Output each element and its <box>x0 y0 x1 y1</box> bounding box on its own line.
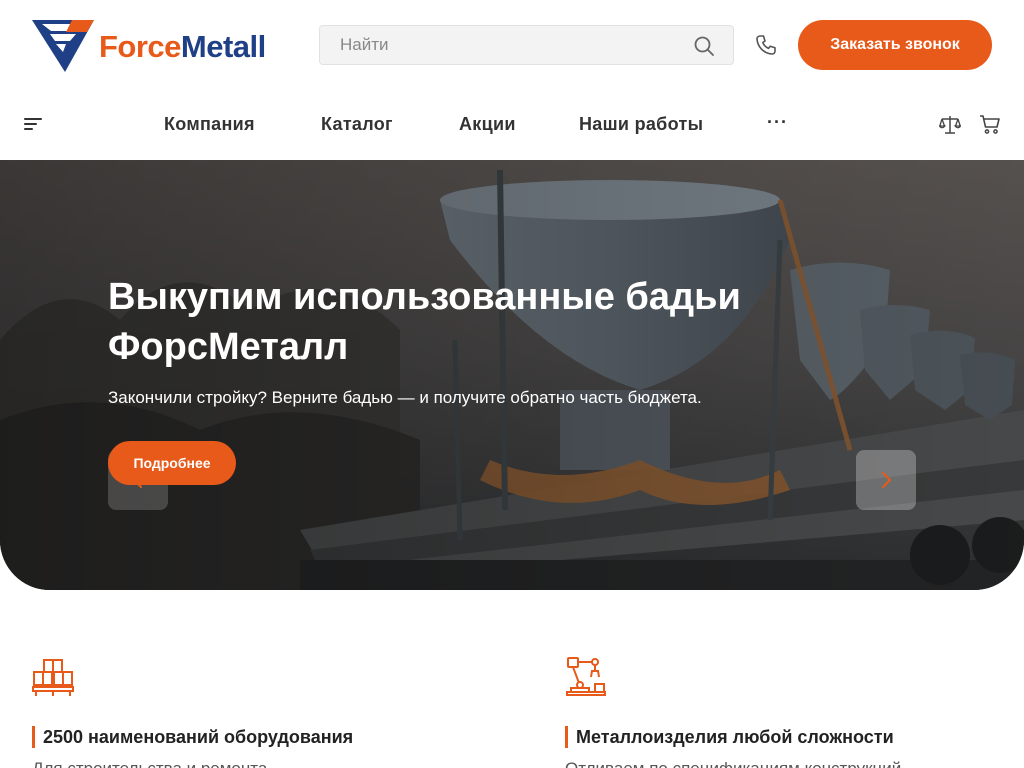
cart-icon[interactable] <box>979 113 1001 135</box>
search-input[interactable] <box>320 26 680 64</box>
main-nav: Компания Каталог Акции Наши работы ··· <box>0 90 1024 160</box>
feature-description: Для строительства и ремонта <box>32 759 267 768</box>
pallet-boxes-icon <box>32 659 74 696</box>
callback-button[interactable]: Заказать звонок <box>798 20 992 70</box>
search-box <box>319 25 734 65</box>
feature-title: 2500 наименований оборудования <box>32 726 353 748</box>
hero-more-button[interactable]: Подробнее <box>108 441 236 485</box>
logo-text-metall: Metall <box>180 28 266 64</box>
hero-subtitle: Закончили стройку? Верните бадью — и пол… <box>108 388 702 407</box>
feature-card: Металлоизделия любой сложности Отливаем … <box>565 655 985 768</box>
robot-arm-icon <box>566 657 606 696</box>
nav-item-company[interactable]: Компания <box>164 114 255 135</box>
nav-item-our-works[interactable]: Наши работы <box>579 114 703 135</box>
feature-title: Металлоизделия любой сложности <box>565 726 894 748</box>
chevron-right-icon <box>882 472 891 488</box>
nav-item-catalog[interactable]: Каталог <box>321 114 393 135</box>
logo[interactable]: ForceMetall <box>32 20 298 72</box>
feature-description: Отливаем по спецификациям конструкций <box>565 759 901 768</box>
feature-card: 2500 наименований оборудования Для строи… <box>32 655 452 768</box>
compare-scales-icon[interactable] <box>939 114 961 136</box>
logo-text-force: Force <box>99 28 181 64</box>
hero-banner: Выкупим использованные бадьи ФорсМеталл … <box>0 160 1024 590</box>
menu-icon[interactable] <box>24 117 42 131</box>
hero-background-image <box>0 160 1024 590</box>
logo-text: ForceMetall <box>99 31 266 62</box>
logo-mark-icon <box>32 20 94 72</box>
phone-icon[interactable] <box>755 34 777 56</box>
header: ForceMetall Заказать звонок <box>0 0 1024 90</box>
nav-more-button[interactable]: ··· <box>767 112 788 133</box>
search-icon[interactable] <box>693 35 715 57</box>
nav-item-promotions[interactable]: Акции <box>459 114 516 135</box>
hero-title: Выкупим использованные бадьи ФорсМеталл <box>108 276 741 368</box>
slider-next-button[interactable] <box>856 450 916 510</box>
